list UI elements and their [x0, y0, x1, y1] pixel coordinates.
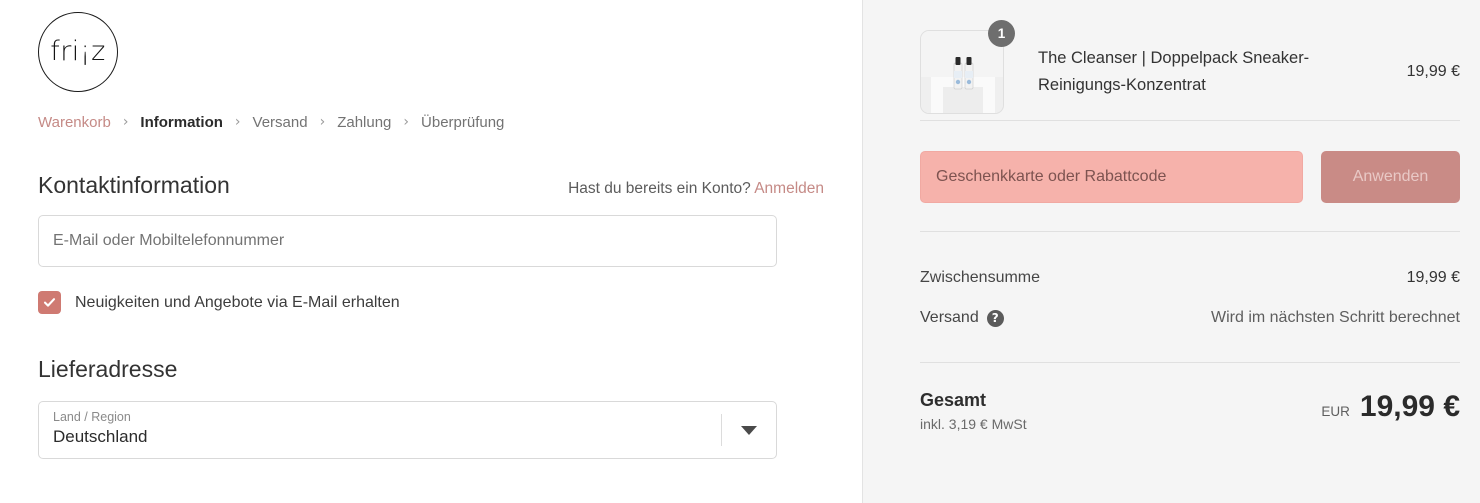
- contact-title: Kontaktinformation: [38, 172, 230, 198]
- account-question: Hast du bereits ein Konto?: [568, 180, 751, 197]
- breadcrumb-item-versand[interactable]: Versand: [253, 114, 308, 131]
- total-left: Gesamt inkl. 3,19 € MwSt: [920, 390, 1027, 432]
- discount-placeholder: Geschenkkarte oder Rabattcode: [936, 168, 1167, 185]
- brand-logo[interactable]: fri¡z: [38, 0, 824, 100]
- country-select-text: Land / Region Deutschland: [39, 402, 721, 458]
- email-placeholder: E-Mail oder Mobiltelefonnummer: [53, 232, 285, 249]
- total-tax-note: inkl. 3,19 € MwSt: [920, 416, 1027, 432]
- total-currency: EUR: [1321, 404, 1350, 419]
- country-select-value: Deutschland: [53, 427, 148, 446]
- breadcrumb-item-information[interactable]: Information: [140, 114, 223, 131]
- total-value: 19,99 €: [1359, 390, 1460, 423]
- chevron-right-icon: ›: [403, 114, 410, 130]
- circle-logo-icon: fri¡z: [38, 12, 118, 92]
- breadcrumb: Warenkorb › Information › Versand › Zahl…: [38, 110, 824, 134]
- discount-row: Geschenkkarte oder Rabattcode Anwenden: [920, 121, 1460, 231]
- email-field[interactable]: E-Mail oder Mobiltelefonnummer: [38, 215, 777, 267]
- product-price: 19,99 €: [1406, 63, 1460, 80]
- subtotal-value: 19,99 €: [1406, 269, 1460, 286]
- account-hint: Hast du bereits ein Konto? Anmelden: [568, 180, 824, 198]
- chevron-right-icon: ›: [234, 114, 241, 130]
- question-mark-icon[interactable]: ?: [986, 309, 1004, 327]
- logo-text: fri¡z: [50, 35, 106, 67]
- shipping-label-wrap: Versand ?: [920, 309, 1004, 327]
- breadcrumb-item-zahlung[interactable]: Zahlung: [337, 114, 391, 131]
- checkout-page: fri¡z Warenkorb › Information › Versand …: [0, 0, 1480, 503]
- newsletter-label: Neuigkeiten und Angebote via E-Mail erha…: [75, 293, 400, 311]
- shipping-label: Versand: [920, 309, 979, 326]
- breadcrumb-item-warenkorb[interactable]: Warenkorb: [38, 114, 111, 131]
- country-select[interactable]: Land / Region Deutschland: [38, 401, 777, 459]
- totals-block: Zwischensumme 19,99 € Versand ? Wird im …: [920, 232, 1460, 362]
- discount-code-input[interactable]: Geschenkkarte oder Rabattcode: [920, 151, 1303, 203]
- total-right: EUR 19,99 €: [1321, 390, 1460, 424]
- shipping-value: Wird im nächsten Schritt berechnet: [1211, 309, 1460, 326]
- login-link[interactable]: Anmelden: [754, 180, 824, 197]
- order-line-item: 1 The Cleanser | Doppelpack Sneaker-Rein…: [920, 0, 1460, 120]
- country-select-label: Land / Region: [53, 410, 131, 424]
- subtotal-row: Zwischensumme 19,99 €: [920, 258, 1460, 298]
- chevron-down-icon[interactable]: [722, 402, 776, 458]
- product-name: The Cleanser | Doppelpack Sneaker-Reinig…: [1038, 49, 1310, 94]
- total-row: Gesamt inkl. 3,19 € MwSt EUR 19,99 €: [920, 363, 1460, 432]
- order-summary-panel: 1 The Cleanser | Doppelpack Sneaker-Rein…: [863, 0, 1480, 503]
- chevron-right-icon: ›: [122, 114, 129, 130]
- shipping-row: Versand ? Wird im nächsten Schritt berec…: [920, 298, 1460, 338]
- subtotal-label: Zwischensumme: [920, 269, 1041, 286]
- breadcrumb-item-ueberpruefung[interactable]: Überprüfung: [421, 114, 504, 131]
- apply-discount-button[interactable]: Anwenden: [1321, 151, 1460, 203]
- checkout-form-panel: fri¡z Warenkorb › Information › Versand …: [0, 0, 863, 503]
- total-label: Gesamt: [920, 390, 987, 410]
- checkbox-checked-icon[interactable]: [38, 291, 61, 314]
- contact-section-header: Kontaktinformation Hast du bereits ein K…: [38, 172, 824, 199]
- chevron-right-icon: ›: [319, 114, 326, 130]
- shipping-address-title: Lieferadresse: [38, 356, 178, 382]
- product-thumbnail-wrap: 1: [920, 20, 1015, 114]
- quantity-badge: 1: [988, 20, 1015, 47]
- newsletter-checkbox-row[interactable]: Neuigkeiten und Angebote via E-Mail erha…: [38, 291, 824, 314]
